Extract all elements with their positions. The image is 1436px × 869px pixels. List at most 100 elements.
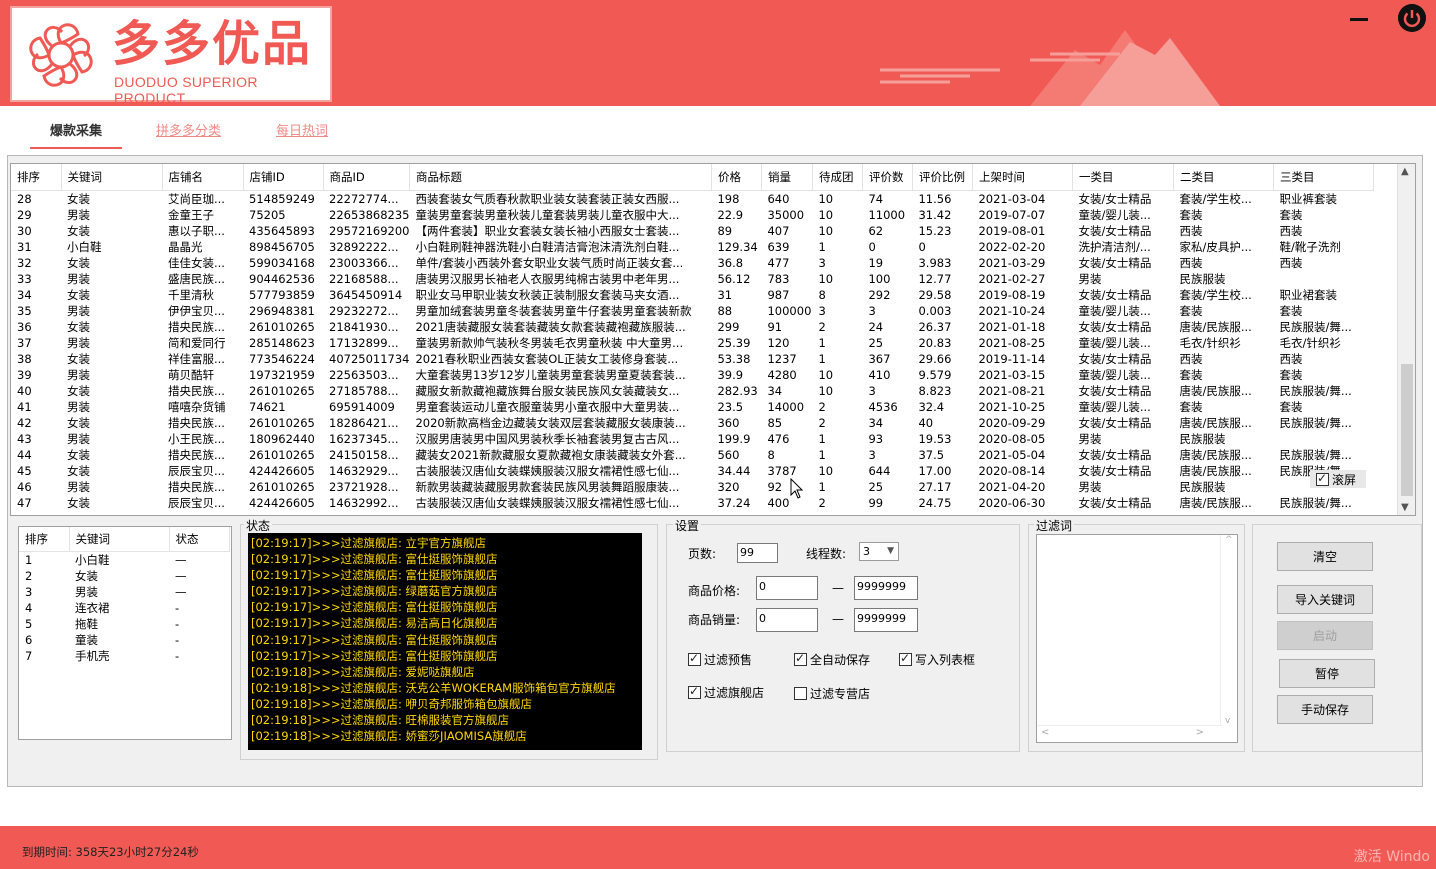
table-row[interactable]: 47 女装 辰辰宝贝... 424426605 14632992... 古装服装汉唐仙女装…: [11, 495, 1373, 511]
column-header[interactable]: 关键词: [61, 164, 163, 191]
scroll-up-icon[interactable]: ^: [1225, 535, 1233, 545]
price-max-input[interactable]: 9999999: [854, 576, 918, 600]
power-icon[interactable]: [1398, 4, 1426, 32]
filter-specialty-checkbox[interactable]: 过滤专营店: [794, 685, 870, 702]
list-item[interactable]: 4 连衣裙 -: [19, 600, 229, 616]
table-row[interactable]: 36 女装 措央民族... 261010265 21841930... 2021唐装藏服女…: [11, 319, 1373, 335]
table-cell: 21841930...: [329, 319, 399, 334]
column-header[interactable]: 排序: [11, 164, 62, 191]
table-cell: 10: [818, 367, 834, 382]
list-item[interactable]: 1 小白鞋 —: [19, 551, 229, 568]
table-row[interactable]: 42 女装 措央民族... 261010265 18286421... 2020新款高档金…: [11, 415, 1373, 431]
pause-button[interactable]: 暂停: [1279, 659, 1375, 688]
table-row[interactable]: 37 男装 简和爱同行 285148623 17132899... 童装男新款帅气装秋冬男…: [11, 335, 1373, 351]
pages-input[interactable]: 99: [737, 543, 778, 563]
table-row[interactable]: 31 小白鞋 晶晶光 898456705 32892222... 小白鞋刷鞋神器洗鞋小白鞋…: [11, 239, 1373, 255]
column-header[interactable]: 二类目: [1173, 164, 1274, 191]
column-header[interactable]: 排序: [19, 527, 70, 552]
price-min-input[interactable]: 0: [756, 576, 818, 600]
table-row[interactable]: 35 男装 伊伊宝贝... 296948381 29232272... 男童加绒套装男童冬…: [11, 303, 1373, 319]
checkbox-icon[interactable]: [688, 684, 701, 699]
checkbox-icon[interactable]: [688, 651, 701, 666]
scroll-thumb[interactable]: [1401, 364, 1413, 496]
scroll-up-icon[interactable]: ▲: [1401, 166, 1409, 177]
column-header[interactable]: 店铺名: [162, 164, 244, 191]
scroll-down-icon[interactable]: ▼: [1401, 502, 1409, 513]
table-cell: 套装: [1179, 303, 1203, 318]
sales-max-input[interactable]: 9999999: [854, 608, 918, 632]
table-cell: 599034168: [249, 255, 315, 270]
tab-pdd-category[interactable]: 拼多多分类: [156, 120, 221, 139]
checkbox-icon[interactable]: [794, 687, 807, 700]
column-header[interactable]: 上架时间: [972, 164, 1073, 191]
list-item[interactable]: 5 拖鞋 -: [19, 616, 229, 632]
tab-hot-collect[interactable]: 爆款采集: [29, 120, 123, 149]
column-header[interactable]: 三类目: [1273, 164, 1374, 191]
threads-select[interactable]: 3 ▼: [859, 542, 899, 561]
table-row[interactable]: 41 男装 嘻嘻杂货铺 74621 695914009 男童套装运动儿童衣服童装男小童衣服…: [11, 399, 1373, 415]
table-cell: 大童套装男13岁12岁儿童装男童套装男童夏装套装...: [415, 367, 686, 382]
table-cell: 898456705: [249, 239, 315, 254]
filter-flagship-checkbox[interactable]: 过滤旗舰店: [688, 684, 764, 701]
table-cell: 37: [17, 335, 32, 350]
table-vertical-scrollbar[interactable]: ▲ ▼: [1397, 164, 1415, 515]
table-row[interactable]: 29 男装 金童王子 75205 22653868235 童装男童套装男童秋装儿童套装男装…: [11, 207, 1373, 223]
list-item[interactable]: 3 男装 —: [19, 584, 229, 600]
list-item[interactable]: 6 童装 -: [19, 632, 229, 648]
status-group-label: 状态: [244, 517, 273, 534]
list-item[interactable]: 2 女装 —: [19, 568, 229, 584]
filter-presale-checkbox[interactable]: 过滤预售: [688, 651, 752, 668]
clear-button[interactable]: 清空: [1277, 542, 1373, 571]
start-button[interactable]: 启动: [1277, 621, 1373, 650]
column-header[interactable]: 一类目: [1072, 164, 1174, 191]
filter-vertical-scrollbar[interactable]: ^ v: [1220, 535, 1237, 726]
table-row[interactable]: 34 女装 千里清秋 577793859 3645450914 职业女马甲职业装女秋装正装…: [11, 287, 1373, 303]
column-header[interactable]: 状态: [169, 527, 230, 552]
sales-min-input[interactable]: 0: [756, 608, 818, 632]
auto-scroll-toggle[interactable]: 滚屏: [1310, 470, 1366, 488]
minimize-icon[interactable]: [1348, 8, 1370, 28]
table-row[interactable]: 38 女装 祥佳富服... 773546224 40725011734 2021春秋职业西…: [11, 351, 1373, 367]
scroll-right-icon[interactable]: >: [1196, 727, 1204, 738]
write-list-checkbox[interactable]: 写入列表框: [899, 651, 975, 668]
keyword-list[interactable]: 排序 关键词 状态 1 小白鞋 — 2 女装 — 3 男装 — 4 连衣裙 - 5 拖鞋 - 6 童装 - 7 手机壳 -: [18, 526, 232, 740]
table-row[interactable]: 44 女装 措央民族... 261010265 24150158... 藏装女2021新款…: [11, 447, 1373, 463]
column-header[interactable]: 商品ID: [323, 164, 410, 191]
filter-words-textarea[interactable]: ^ v < >: [1036, 534, 1238, 743]
auto-save-checkbox[interactable]: 全自动保存: [794, 651, 870, 668]
table-cell: 23721928...: [329, 479, 399, 494]
table-row[interactable]: 40 女装 措央民族... 261010265 27185788... 藏服女新款藏袍藏族…: [11, 383, 1373, 399]
column-header[interactable]: 商品标题: [409, 164, 712, 191]
table-row[interactable]: 32 女装 佳佳女装... 599034168 23003366... 单件/套装小西装外…: [11, 255, 1373, 271]
import-keywords-button[interactable]: 导入关键词: [1277, 585, 1373, 614]
checkbox-icon[interactable]: [899, 651, 912, 666]
checkbox-icon[interactable]: [1316, 471, 1329, 486]
column-header[interactable]: 店铺ID: [243, 164, 324, 191]
table-cell: 西装: [1279, 223, 1303, 238]
table-cell: 西装: [1179, 223, 1203, 238]
table-row[interactable]: 30 女装 惠以子职... 435645893 29572169200 【两件套装】职业女…: [11, 223, 1373, 239]
list-item[interactable]: 7 手机壳 -: [19, 648, 229, 664]
table-row[interactable]: 33 男装 盛唐民族... 904462536 22168588... 唐装男汉服男长袖老…: [11, 271, 1373, 287]
scroll-left-icon[interactable]: <: [1041, 727, 1049, 738]
column-header[interactable]: 价格: [711, 164, 762, 191]
tab-daily-hotwords[interactable]: 每日热词: [276, 120, 328, 139]
manual-save-button[interactable]: 手动保存: [1277, 695, 1373, 724]
scroll-down-icon[interactable]: v: [1225, 716, 1230, 726]
table-cell: 45: [17, 463, 32, 478]
column-header[interactable]: 销量: [761, 164, 813, 191]
filter-horizontal-scrollbar[interactable]: < >: [1037, 725, 1222, 742]
table-row[interactable]: 46 男装 措央民族... 261010265 23721928... 新款男装藏装藏服男…: [11, 479, 1373, 495]
product-table[interactable]: 排序 关键词 店铺名 店铺ID 商品ID 商品标题 价格 销量 待成团 评价数 评价比例 上架时间 一类…: [10, 163, 1416, 516]
checkbox-icon[interactable]: [794, 651, 807, 666]
column-header[interactable]: 待成团: [812, 164, 863, 191]
table-row[interactable]: 28 女装 艾尚臣珈... 514859249 22272774... 西装套装女气质春秋…: [11, 190, 1373, 207]
column-header[interactable]: 关键词: [69, 527, 170, 552]
filter-presale-label: 过滤预售: [704, 653, 753, 667]
table-row[interactable]: 39 男装 萌贝酷轩 197321959 22563503... 大童套装男13岁12岁儿…: [11, 367, 1373, 383]
table-row[interactable]: 45 女装 辰辰宝贝... 424426605 14632929... 古装服装汉唐仙女装…: [11, 463, 1373, 479]
column-header[interactable]: 评价数: [862, 164, 913, 191]
table-row[interactable]: 43 男装 小王民族... 180962440 16237345... 汉服男唐装男中国风…: [11, 431, 1373, 447]
column-header[interactable]: 评价比例: [912, 164, 973, 191]
threads-label: 线程数:: [806, 547, 847, 561]
